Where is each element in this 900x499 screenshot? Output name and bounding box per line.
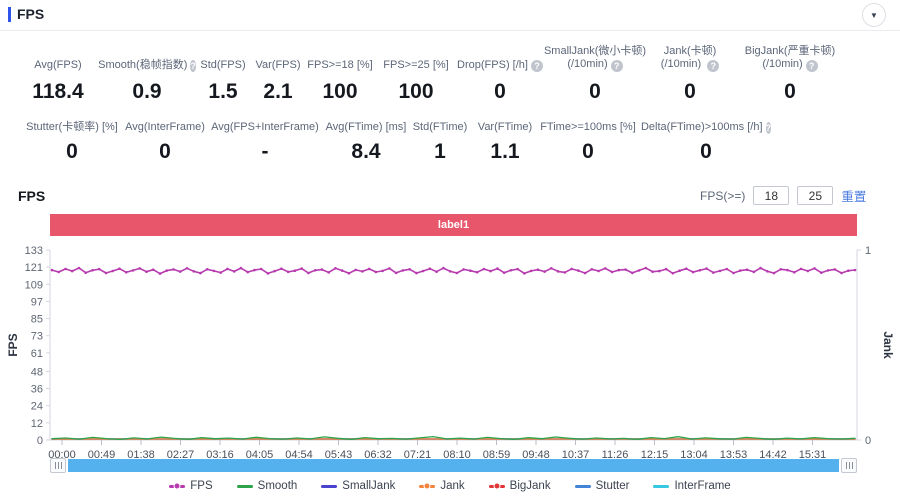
stat-value: 1.1 — [490, 140, 520, 163]
chart-label-banner: label1 — [50, 214, 857, 236]
stat-value: - — [261, 140, 269, 163]
stat-std-ftime: Std(FTime) 1 — [403, 118, 477, 164]
banner-text: label1 — [437, 219, 470, 231]
stat-avg-fps: Avg(FPS) 118.4 — [15, 44, 101, 104]
stats-row-1: Avg(FPS) 118.4 Smooth(稳帧指数)? 0.9 Std(FPS… — [15, 44, 845, 104]
legend-item-stutter[interactable]: Stutter — [574, 480, 629, 492]
stat-value: 2.1 — [263, 80, 293, 103]
legend-marker — [653, 484, 670, 488]
fps-threshold-controls: FPS(>=) 重置 — [700, 186, 866, 205]
stat-value: 100 — [398, 80, 434, 103]
stat-value: 0 — [494, 80, 506, 103]
stat-std-fps: Std(FPS) 1.5 — [193, 44, 253, 104]
stat-avg-interframe: Avg(InterFrame) 0 — [125, 121, 205, 163]
panel-header: FPS ▼ — [0, 0, 900, 31]
stat-var-ftime: Var(FTime) 1.1 — [477, 121, 533, 163]
legend-marker — [488, 482, 505, 490]
svg-text:121: 121 — [25, 262, 43, 274]
stat-value: 118.4 — [32, 80, 84, 103]
fps-max-input[interactable] — [797, 186, 834, 205]
svg-text:61: 61 — [31, 348, 43, 360]
scroll-grip-icon — [54, 462, 62, 469]
stat-bigjank: BigJank(严重卡顿) (/10min)? 0 — [735, 44, 845, 104]
help-icon[interactable]: ? — [530, 60, 543, 72]
svg-text:97: 97 — [31, 296, 43, 308]
collapse-button[interactable]: ▼ — [862, 3, 886, 27]
stat-ftime-ge100: FTime>=100ms [%] 0 — [533, 118, 643, 164]
stat-jank: Jank(卡顿) (/10min) ? 0 — [645, 44, 735, 104]
stats-row-2: Stutter(卡顿率) [%] 0 Avg(InterFrame) 0 Avg… — [15, 118, 772, 164]
svg-text:1: 1 — [865, 245, 871, 257]
stat-smalljank: SmallJank(微小卡顿) (/10min)? 0 — [543, 45, 647, 103]
chevron-down-icon: ▼ — [870, 10, 878, 20]
stat-var-fps: Var(FPS) 2.1 — [253, 44, 303, 104]
legend-item-jank[interactable]: Jank — [419, 480, 465, 492]
stat-value: 0 — [159, 140, 171, 163]
panel-title: FPS — [17, 6, 45, 22]
stat-value: 100 — [322, 80, 358, 103]
svg-text:73: 73 — [31, 331, 43, 343]
stat-value: 0.9 — [132, 80, 162, 103]
help-icon[interactable]: ? — [707, 60, 720, 72]
svg-text:0: 0 — [865, 435, 871, 447]
scroll-grip-icon — [845, 462, 853, 469]
reset-link[interactable]: 重置 — [841, 186, 866, 205]
legend-item-interframe[interactable]: InterFrame — [653, 480, 731, 492]
svg-text:85: 85 — [31, 314, 43, 326]
fps-min-input[interactable] — [753, 186, 790, 205]
stat-smooth: Smooth(稳帧指数)? 0.9 — [98, 59, 196, 103]
stat-value: 1.5 — [208, 80, 238, 103]
legend-item-smooth[interactable]: Smooth — [236, 480, 297, 492]
svg-text:FPS: FPS — [6, 333, 20, 356]
legend-item-smalljank[interactable]: SmallJank — [321, 480, 395, 492]
legend-marker — [169, 482, 186, 490]
stat-fps-ge25: FPS>=25 [%] 100 — [377, 44, 455, 104]
scrollbar-left-handle[interactable] — [50, 458, 66, 473]
stat-value: 1 — [434, 140, 446, 163]
stat-value: 0 — [784, 80, 796, 103]
help-icon[interactable]: ? — [610, 60, 623, 72]
svg-text:36: 36 — [31, 384, 43, 396]
stat-value: 0 — [589, 80, 601, 103]
svg-text:48: 48 — [31, 366, 43, 378]
svg-text:Jank: Jank — [881, 331, 895, 359]
stat-stutter: Stutter(卡顿率) [%] 0 — [15, 118, 129, 164]
svg-text:109: 109 — [25, 279, 43, 291]
svg-text:0: 0 — [37, 435, 43, 447]
scrollbar-track[interactable] — [68, 459, 839, 472]
help-icon[interactable]: ? — [765, 122, 772, 134]
stat-fps-ge18: FPS>=18 [%] 100 — [303, 44, 377, 104]
scrollbar-right-handle[interactable] — [841, 458, 857, 473]
chart-legend: FPS Smooth SmallJank Jank BigJank Stutte… — [0, 480, 900, 492]
svg-text:24: 24 — [31, 401, 43, 413]
legend-marker — [574, 484, 591, 488]
legend-marker — [321, 484, 338, 488]
stat-delta-ftime: Delta(FTime)>100ms [/h]? 0 — [640, 121, 772, 163]
legend-marker — [419, 482, 436, 490]
stat-value: 0 — [66, 140, 78, 163]
header-accent-bar — [8, 7, 11, 22]
chart-section-title: FPS — [18, 188, 46, 204]
stat-avg-ftime: Avg(FTime) [ms] 8.4 — [325, 121, 407, 163]
stat-value: 8.4 — [351, 140, 381, 163]
fps-ge-label: FPS(>=) — [700, 188, 746, 203]
legend-item-bigjank[interactable]: BigJank — [488, 480, 551, 492]
legend-marker — [236, 484, 253, 488]
help-icon[interactable]: ? — [805, 60, 818, 72]
fps-line-chart[interactable]: 012243648617385971091211330100:00 00:49 01… — [0, 240, 900, 460]
stat-value: 0 — [700, 140, 712, 163]
stat-value: 0 — [582, 140, 594, 163]
stat-avg-fps-interframe: Avg(FPS+InterFrame) - — [201, 118, 329, 164]
svg-text:133: 133 — [25, 245, 43, 257]
fps-report-panel: FPS ▼ Avg(FPS) 118.4 Smooth(稳帧指数)? 0.9 S… — [0, 0, 900, 499]
stat-drop-fps: Drop(FPS) [/h]? 0 — [455, 44, 545, 104]
stat-value: 0 — [684, 80, 696, 103]
chart-range-scrollbar — [50, 458, 857, 473]
legend-item-fps[interactable]: FPS — [169, 480, 213, 492]
svg-text:12: 12 — [31, 418, 43, 430]
